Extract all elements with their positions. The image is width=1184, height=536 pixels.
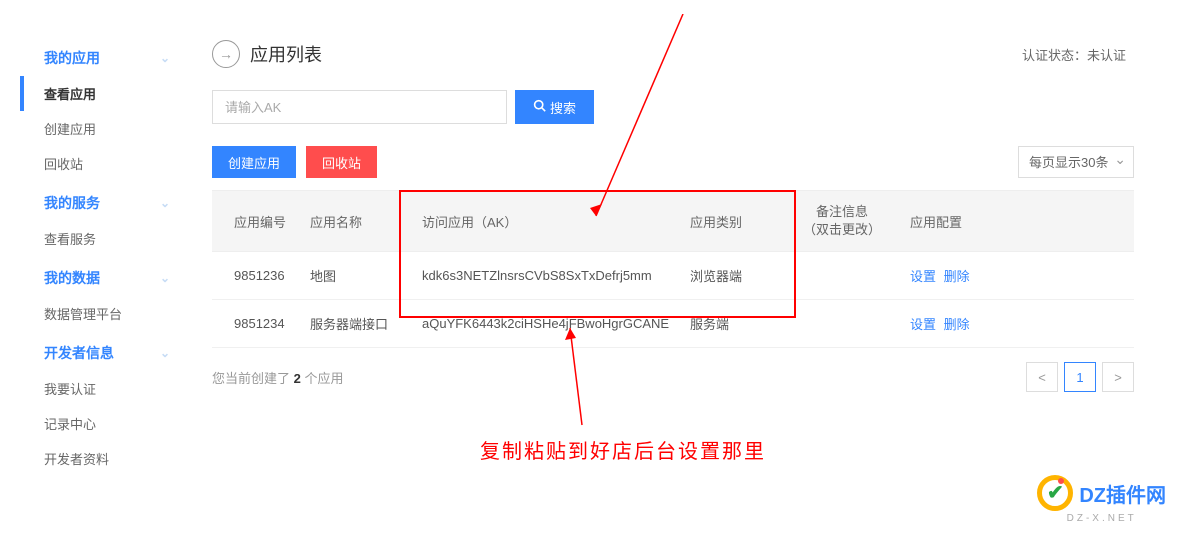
sidebar-group-label: 我的数据 bbox=[44, 268, 100, 288]
search-icon bbox=[533, 99, 546, 115]
sidebar-group-developer-info[interactable]: 开发者信息 ⌄ bbox=[20, 335, 200, 371]
watermark-logo-icon: ✔ bbox=[1037, 475, 1073, 511]
delete-link[interactable]: 删除 bbox=[944, 317, 970, 332]
sidebar-group-my-apps[interactable]: 我的应用 ⌄ bbox=[20, 40, 200, 76]
sidebar-item-data-platform[interactable]: 数据管理平台 bbox=[20, 296, 200, 331]
chevron-down-icon: ⌄ bbox=[160, 271, 170, 285]
pager-prev[interactable]: < bbox=[1026, 362, 1058, 392]
page-size-select[interactable]: 每页显示30条 bbox=[1018, 146, 1134, 178]
sidebar-group-my-data[interactable]: 我的数据 ⌄ bbox=[20, 260, 200, 296]
count-text: 您当前创建了 2 个应用 bbox=[212, 368, 343, 387]
sidebar-item-record-center[interactable]: 记录中心 bbox=[20, 406, 200, 441]
sidebar: 我的应用 ⌄ 查看应用 创建应用 回收站 我的服务 ⌄ 查看服务 我的数据 ⌄ … bbox=[0, 0, 200, 480]
settings-link[interactable]: 设置 bbox=[910, 269, 936, 284]
sidebar-group-label: 我的应用 bbox=[44, 48, 100, 68]
sidebar-item-view-apps[interactable]: 查看应用 bbox=[20, 76, 200, 111]
th-remark: 备注信息 （双击更改） bbox=[782, 191, 902, 252]
pager: < 1 > bbox=[1026, 362, 1134, 392]
sidebar-item-developer-docs[interactable]: 开发者资料 bbox=[20, 441, 200, 476]
th-type: 应用类别 bbox=[682, 191, 782, 252]
delete-link[interactable]: 删除 bbox=[944, 269, 970, 284]
th-name: 应用名称 bbox=[302, 191, 402, 252]
back-arrow-icon[interactable]: → bbox=[212, 40, 240, 68]
recycle-button[interactable]: 回收站 bbox=[306, 146, 377, 178]
chevron-down-icon: ⌄ bbox=[160, 346, 170, 360]
page-title: 应用列表 bbox=[250, 41, 322, 67]
main-content: → 应用列表 认证状态：未认证 搜索 创建应用 回收站 bbox=[200, 0, 1184, 480]
create-app-button[interactable]: 创建应用 bbox=[212, 146, 296, 178]
app-table: 应用编号 应用名称 访问应用（AK） 应用类别 备注信息 （双击更改） 应用配置… bbox=[212, 190, 1134, 348]
table-row: 9851234 服务器端接口 aQuYFK6443k2ciHSHe4jFBwoH… bbox=[212, 300, 1134, 348]
chevron-down-icon: ⌄ bbox=[160, 51, 170, 65]
settings-link[interactable]: 设置 bbox=[910, 317, 936, 332]
watermark: ✔ DZ插件网 DZ-X.NET bbox=[1037, 475, 1166, 524]
sidebar-group-label: 开发者信息 bbox=[44, 343, 114, 363]
sidebar-group-my-services[interactable]: 我的服务 ⌄ bbox=[20, 185, 200, 221]
search-input[interactable] bbox=[212, 90, 507, 124]
th-config: 应用配置 bbox=[902, 191, 1134, 252]
sidebar-item-certify[interactable]: 我要认证 bbox=[20, 371, 200, 406]
sidebar-item-create-app[interactable]: 创建应用 bbox=[20, 111, 200, 146]
sidebar-group-label: 我的服务 bbox=[44, 193, 100, 213]
sidebar-item-view-services[interactable]: 查看服务 bbox=[20, 221, 200, 256]
th-ak: 访问应用（AK） bbox=[402, 191, 682, 252]
pager-page-1[interactable]: 1 bbox=[1064, 362, 1096, 392]
auth-status: 认证状态：未认证 bbox=[1022, 45, 1126, 64]
sidebar-item-recycle[interactable]: 回收站 bbox=[20, 146, 200, 181]
chevron-down-icon: ⌄ bbox=[160, 196, 170, 210]
search-button[interactable]: 搜索 bbox=[515, 90, 594, 124]
th-id: 应用编号 bbox=[212, 191, 302, 252]
table-row: 9851236 地图 kdk6s3NETZlnsrsCVbS8SxTxDefrj… bbox=[212, 252, 1134, 300]
pager-next[interactable]: > bbox=[1102, 362, 1134, 392]
